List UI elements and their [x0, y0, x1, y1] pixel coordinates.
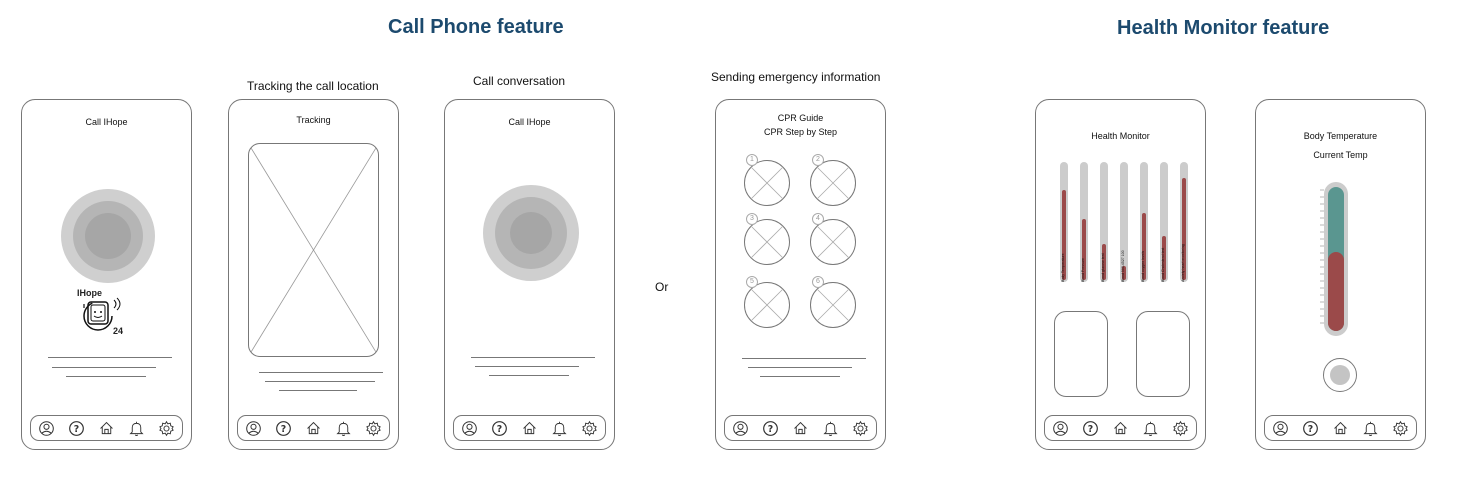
health-monitor-screen: Health Monitor Body Temperature Blood Pre… — [1035, 99, 1206, 450]
cpr-step-number: 4 — [812, 213, 824, 225]
health-metric-label: Blood 500-4527 100 — [1121, 250, 1125, 282]
svg-text:?: ? — [768, 423, 773, 434]
cpr-step-number: 1 — [746, 154, 758, 166]
cpr-step-number: 6 — [812, 276, 824, 288]
bell-icon[interactable] — [1362, 419, 1380, 437]
home-icon[interactable] — [520, 419, 538, 437]
call-screen-title: Call IHope — [85, 117, 128, 127]
end-call-button[interactable] — [483, 185, 579, 281]
bell-icon[interactable] — [551, 419, 569, 437]
conversation-screen-title: Call IHope — [508, 117, 551, 127]
bell-icon[interactable] — [128, 419, 146, 437]
help-icon[interactable]: ? — [1081, 419, 1099, 437]
health-metric-label: Blood Pressure — [1081, 258, 1085, 282]
bottom-nav: ? — [724, 415, 877, 441]
cpr-screen-title: CPR Guide — [777, 113, 824, 123]
home-icon[interactable] — [1331, 419, 1349, 437]
cpr-step-2[interactable] — [810, 160, 856, 206]
health-monitor-section-title: Health Monitor feature — [1117, 17, 1330, 39]
settings-icon[interactable] — [1172, 419, 1190, 437]
bottom-nav: ? — [1044, 415, 1197, 441]
bottom-nav: ? — [1264, 415, 1417, 441]
settings-icon[interactable] — [158, 419, 176, 437]
profile-icon[interactable] — [731, 419, 749, 437]
profile-icon[interactable] — [244, 419, 262, 437]
map-placeholder[interactable] — [248, 143, 379, 357]
svg-text:?: ? — [1308, 423, 1313, 434]
tracking-screen-title: Tracking — [296, 115, 331, 125]
health-card-right[interactable] — [1136, 311, 1190, 397]
tracking-caption: Tracking the call location — [247, 79, 379, 93]
home-icon[interactable] — [304, 419, 322, 437]
health-metric-label: Body Temperature — [1061, 253, 1065, 282]
health-metric-label: Anxiety heart monitoring — [1181, 244, 1185, 282]
help-icon[interactable]: ? — [1301, 419, 1319, 437]
home-icon[interactable] — [791, 419, 809, 437]
settings-icon[interactable] — [852, 419, 870, 437]
svg-text:?: ? — [74, 423, 79, 434]
health-metric-label: Blood oxygen levels — [1141, 250, 1145, 282]
conversation-caption: Call conversation — [473, 74, 566, 88]
cpr-screen-subtitle: CPR Step by Step — [763, 127, 838, 137]
tracking-screen: Tracking ? — [228, 99, 399, 450]
bell-icon[interactable] — [335, 419, 353, 437]
svg-text:?: ? — [281, 423, 286, 434]
measure-button[interactable] — [1323, 358, 1357, 392]
settings-icon[interactable] — [365, 419, 383, 437]
cpr-step-3[interactable] — [744, 219, 790, 265]
settings-icon[interactable] — [581, 419, 599, 437]
profile-icon[interactable] — [460, 419, 478, 437]
temperature-screen: Body Temperature Current Temp ? — [1255, 99, 1426, 450]
health-metric-label: Blood glucose test — [1101, 253, 1105, 282]
or-label: Or — [655, 280, 669, 294]
health-card-left[interactable] — [1054, 311, 1108, 397]
call-button[interactable] — [61, 189, 155, 283]
bell-icon[interactable] — [1142, 419, 1160, 437]
profile-icon[interactable] — [1051, 419, 1069, 437]
call-screen: Call IHope IHope 24 ? — [21, 99, 192, 450]
help-icon[interactable]: ? — [67, 419, 85, 437]
bell-icon[interactable] — [822, 419, 840, 437]
svg-text:?: ? — [1088, 423, 1093, 434]
temperature-subtitle: Current Temp — [1313, 150, 1368, 160]
settings-icon[interactable] — [1392, 419, 1410, 437]
home-icon[interactable] — [97, 419, 115, 437]
home-icon[interactable] — [1111, 419, 1129, 437]
svg-text:?: ? — [497, 423, 502, 434]
conversation-screen: Call IHope ? — [444, 99, 615, 450]
ihope-logo-number: 24 — [113, 326, 124, 336]
health-monitor-title: Health Monitor — [1091, 131, 1150, 141]
cpr-screen: CPR Guide CPR Step by Step 1 2 3 4 5 6 ? — [715, 99, 886, 450]
call-phone-section-title: Call Phone feature — [388, 16, 564, 38]
cpr-step-number: 3 — [746, 213, 758, 225]
thermometer-level — [1328, 252, 1344, 331]
help-icon[interactable]: ? — [761, 419, 779, 437]
cpr-step-4[interactable] — [810, 219, 856, 265]
emergency-caption: Sending emergency information — [711, 70, 881, 84]
bottom-nav: ? — [30, 415, 183, 441]
cpr-step-6[interactable] — [810, 282, 856, 328]
temperature-title: Body Temperature — [1303, 131, 1378, 141]
cpr-step-number: 2 — [812, 154, 824, 166]
health-metric-label: Blood Cholesterol test — [1161, 247, 1165, 282]
profile-icon[interactable] — [37, 419, 55, 437]
cpr-step-5[interactable] — [744, 282, 790, 328]
cpr-step-1[interactable] — [744, 160, 790, 206]
bottom-nav: ? — [237, 415, 390, 441]
thermometer-track — [1324, 182, 1348, 336]
help-icon[interactable]: ? — [274, 419, 292, 437]
cpr-step-number: 5 — [746, 276, 758, 288]
bottom-nav: ? — [453, 415, 606, 441]
help-icon[interactable]: ? — [490, 419, 508, 437]
profile-icon[interactable] — [1271, 419, 1289, 437]
